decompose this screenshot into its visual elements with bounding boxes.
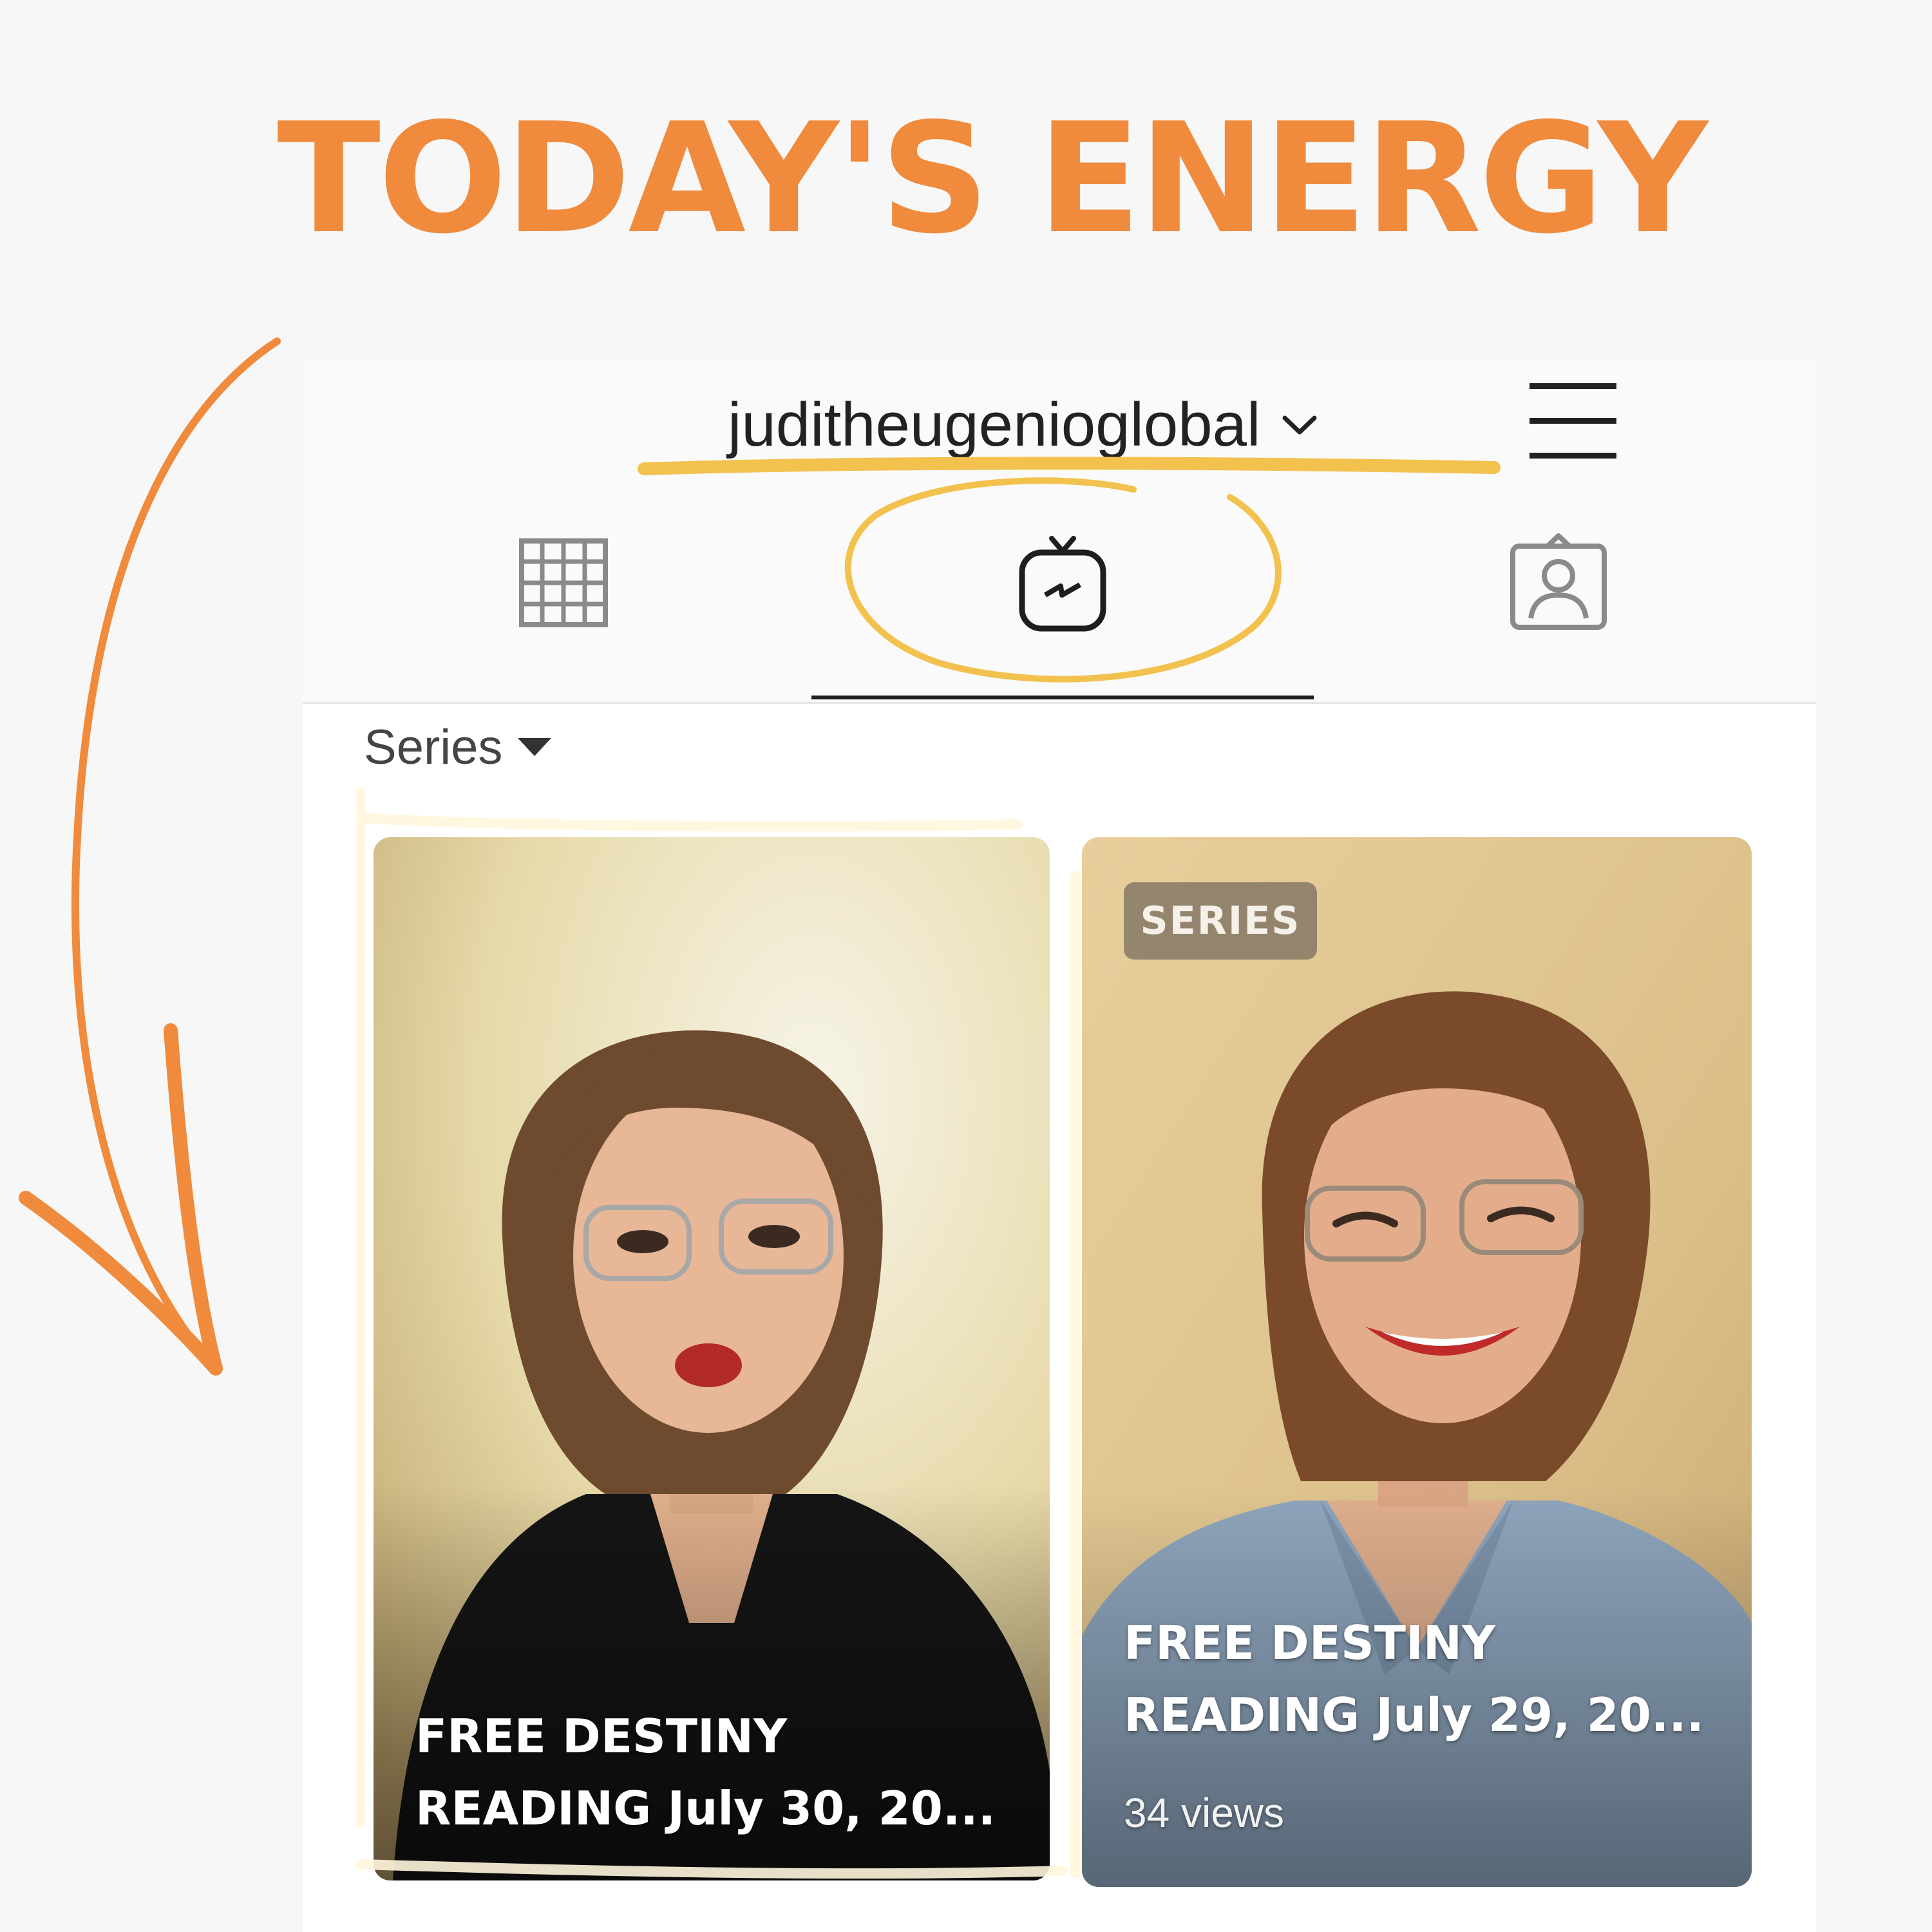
headline: TODAY'S ENERGY [277, 90, 1708, 267]
series-filter-dropdown[interactable]: Series [364, 715, 552, 779]
profile-header: juditheugenioglobal [303, 361, 1816, 509]
caret-down-icon [518, 738, 552, 756]
series-filter-label: Series [364, 719, 503, 775]
video-card-2[interactable]: SERIES FREE DESTINY READING July 29, 20.… [1082, 837, 1752, 1887]
video-title-2: FREE DESTINY READING July 29, 20... [1124, 1616, 1704, 1742]
menu-icon[interactable] [1530, 380, 1616, 464]
video-title-1: FREE DESTINY READING July 30, 20... [415, 1709, 996, 1835]
grid-icon[interactable] [509, 528, 618, 638]
username: juditheugenioglobal [728, 390, 1261, 459]
active-tab-indicator [811, 696, 1314, 699]
profile-tabs [303, 509, 1816, 704]
igtv-profile-panel: juditheugenioglobal Series FREE DESTINY … [303, 361, 1816, 1932]
arrow-stroke [71, 337, 281, 1369]
view-count: 34 views [1124, 1790, 1284, 1836]
account-switcher[interactable]: juditheugenioglobal [728, 386, 1322, 464]
tagged-icon[interactable] [1504, 528, 1613, 638]
igtv-icon[interactable] [1008, 528, 1117, 638]
series-badge: SERIES [1124, 882, 1317, 960]
arrowhead-stroke [19, 1023, 223, 1376]
chevron-down-icon [1282, 415, 1317, 435]
video-card-1[interactable]: FREE DESTINY READING July 30, 20... [374, 837, 1050, 1880]
